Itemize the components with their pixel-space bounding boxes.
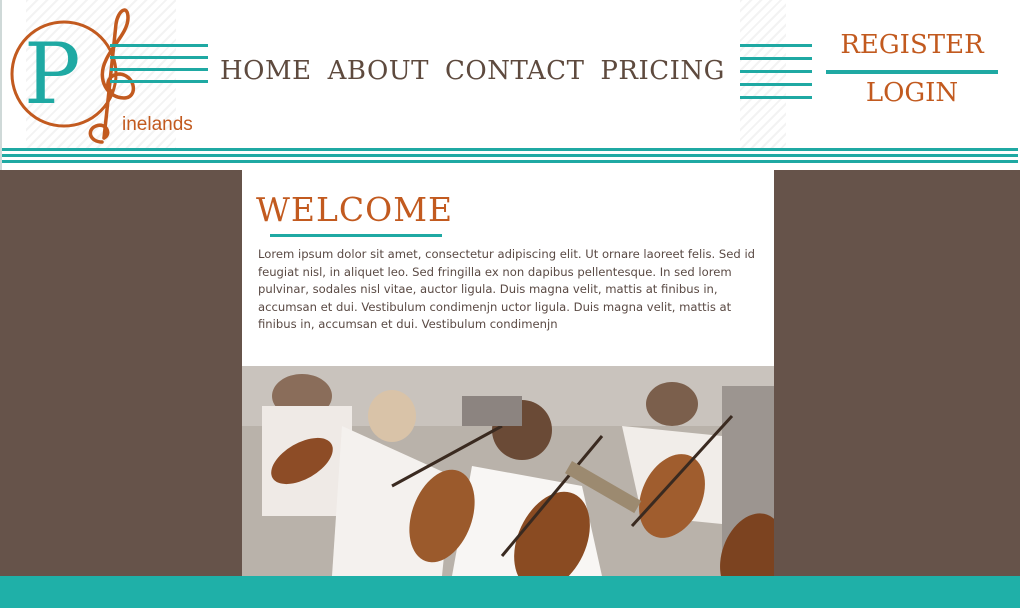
main-nav: HOME ABOUT CONTACT PRICING bbox=[220, 56, 725, 86]
title-underline bbox=[270, 234, 442, 237]
register-link[interactable]: REGISTER bbox=[826, 30, 998, 60]
site-header: P inelands HOME ABOUT CONTACT PRICING RE… bbox=[0, 0, 1020, 170]
svg-text:P: P bbox=[24, 25, 81, 123]
footer-bar bbox=[0, 576, 1020, 608]
logo-text: inelands bbox=[122, 114, 193, 135]
login-link[interactable]: LOGIN bbox=[826, 78, 998, 108]
page-title: WELCOME bbox=[256, 190, 454, 229]
decorative-lines bbox=[740, 44, 812, 109]
orchestra-image bbox=[242, 366, 774, 576]
orchestra-photo bbox=[242, 366, 774, 576]
nav-contact[interactable]: CONTACT bbox=[445, 56, 584, 86]
nav-about[interactable]: ABOUT bbox=[328, 56, 429, 86]
header-stripes bbox=[2, 148, 1018, 166]
nav-pricing[interactable]: PRICING bbox=[600, 56, 725, 86]
logo-staff-lines bbox=[110, 44, 208, 92]
auth-divider bbox=[826, 70, 998, 74]
welcome-section: WELCOME Lorem ipsum dolor sit amet, cons… bbox=[242, 170, 774, 366]
nav-home[interactable]: HOME bbox=[220, 56, 312, 86]
welcome-text: Lorem ipsum dolor sit amet, consectetur … bbox=[258, 247, 756, 332]
